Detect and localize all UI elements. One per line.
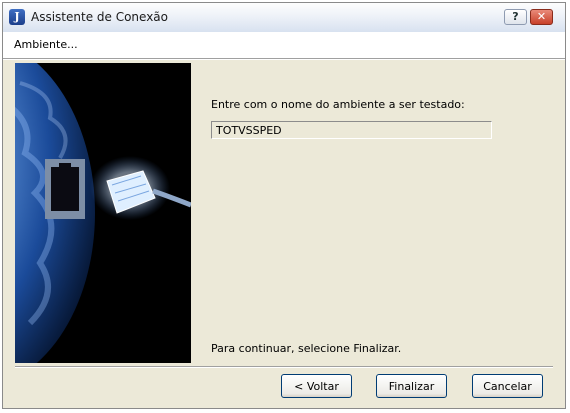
earth-cable-illustration	[15, 63, 191, 363]
step-title: Ambiente...	[14, 38, 78, 51]
wizard-header: Ambiente...	[3, 32, 565, 58]
title-bar[interactable]: J Assistente de Conexão ? ✕	[3, 3, 565, 33]
finish-button[interactable]: Finalizar	[376, 374, 447, 398]
window-title: Assistente de Conexão	[31, 10, 169, 24]
close-button[interactable]: ✕	[530, 9, 553, 25]
continue-instruction: Para continuar, selecione Finalizar.	[211, 342, 402, 355]
wizard-body: Entre com o nome do ambiente a ser testa…	[3, 60, 565, 366]
environment-prompt: Entre com o nome do ambiente a ser testa…	[211, 98, 465, 111]
help-button[interactable]: ?	[504, 9, 527, 25]
app-icon: J	[9, 9, 25, 25]
network-cable-earth-image	[15, 63, 191, 363]
back-button[interactable]: < Voltar	[281, 374, 352, 398]
cancel-button[interactable]: Cancelar	[472, 374, 543, 398]
footer-divider	[15, 366, 553, 368]
environment-name-input[interactable]	[211, 121, 492, 139]
connection-wizard-window: J Assistente de Conexão ? ✕ Ambiente...	[2, 2, 566, 409]
